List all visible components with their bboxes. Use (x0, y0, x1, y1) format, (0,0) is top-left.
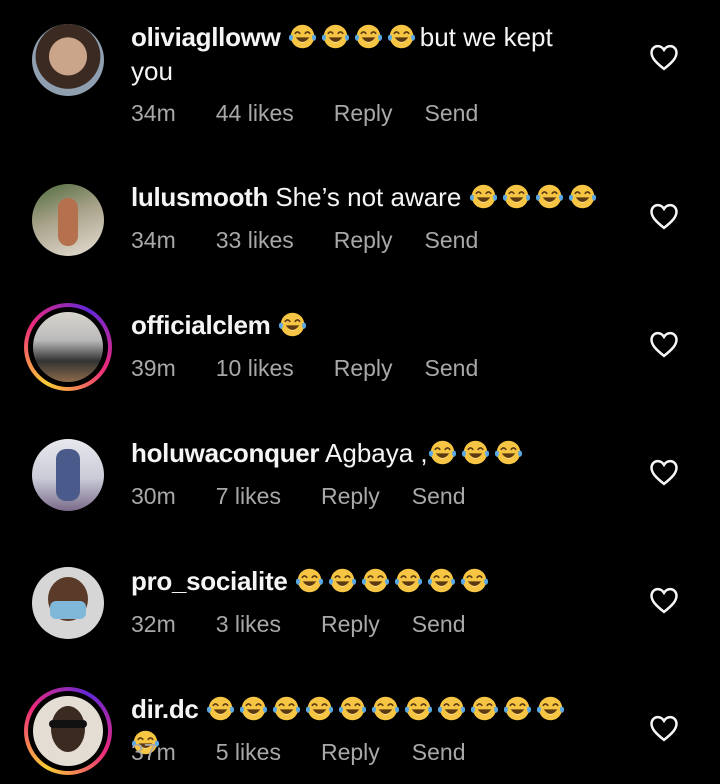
comment-time: 34m (131, 100, 176, 126)
tears-of-joy-emoji-icon (494, 440, 522, 465)
comment-list: oliviaglloww but we kept you 34m 44 like… (0, 0, 720, 784)
tears-of-joy-emoji-icon (427, 568, 455, 593)
heart-outline-icon[interactable] (649, 43, 679, 71)
send-button[interactable]: Send (412, 739, 466, 766)
comment-meta: 37m 5 likes Reply Send (131, 739, 465, 766)
comment-text: lulusmooth She’s not aware (131, 180, 601, 214)
reply-button[interactable]: Reply (334, 355, 393, 382)
heart-outline-icon[interactable] (649, 586, 679, 614)
comment-likes[interactable]: 44 likes (216, 100, 294, 127)
avatar[interactable] (32, 567, 104, 639)
heart-outline-icon[interactable] (649, 714, 679, 742)
comment-time: 37m (131, 739, 176, 765)
comment-meta: 32m 3 likes Reply Send (131, 611, 465, 638)
reply-button[interactable]: Reply (321, 739, 380, 766)
comment-username[interactable]: oliviaglloww (131, 22, 281, 52)
tears-of-joy-emoji-icon (321, 24, 349, 49)
reply-button[interactable]: Reply (321, 611, 380, 638)
tears-of-joy-emoji-icon (328, 568, 356, 593)
reply-button[interactable]: Reply (334, 227, 393, 254)
comment-username[interactable]: lulusmooth (131, 182, 268, 212)
tears-of-joy-emoji-icon (354, 24, 382, 49)
send-button[interactable]: Send (425, 100, 479, 127)
comment-username[interactable]: dir.dc (131, 694, 199, 724)
comment-likes[interactable]: 7 likes (216, 483, 281, 510)
emoji-group (278, 310, 311, 340)
tears-of-joy-emoji-icon (305, 696, 333, 721)
comment-text: oliviaglloww but we kept you (131, 20, 601, 88)
tears-of-joy-emoji-icon (278, 312, 306, 337)
comment-likes[interactable]: 3 likes (216, 611, 281, 638)
send-button[interactable]: Send (425, 227, 479, 254)
comment-time: 30m (131, 483, 176, 509)
heart-outline-icon[interactable] (649, 202, 679, 230)
emoji-group (428, 438, 527, 468)
comment-likes[interactable]: 10 likes (216, 355, 294, 382)
comment-meta: 34m 33 likes Reply Send (131, 227, 478, 254)
tears-of-joy-emoji-icon (437, 696, 465, 721)
avatar[interactable] (24, 303, 112, 391)
avatar[interactable] (32, 439, 104, 511)
tears-of-joy-emoji-icon (536, 696, 564, 721)
tears-of-joy-emoji-icon (239, 696, 267, 721)
tears-of-joy-emoji-icon (404, 696, 432, 721)
tears-of-joy-emoji-icon (371, 696, 399, 721)
send-button[interactable]: Send (412, 483, 466, 510)
avatar[interactable] (32, 24, 104, 96)
heart-outline-icon[interactable] (649, 458, 679, 486)
comment-username[interactable]: pro_socialite (131, 566, 288, 596)
tears-of-joy-emoji-icon (338, 696, 366, 721)
comment-meta: 34m 44 likes Reply Send (131, 100, 478, 127)
tears-of-joy-emoji-icon (387, 24, 415, 49)
tears-of-joy-emoji-icon (460, 568, 488, 593)
emoji-group (469, 182, 601, 212)
tears-of-joy-emoji-icon (502, 184, 530, 209)
avatar[interactable] (32, 184, 104, 256)
comment-likes[interactable]: 33 likes (216, 227, 294, 254)
comment-meta: 30m 7 likes Reply Send (131, 483, 465, 510)
comment-text: pro_socialite (131, 564, 601, 598)
comment-time: 32m (131, 611, 176, 637)
comment-likes[interactable]: 5 likes (216, 739, 281, 766)
comment-text: officialclem (131, 308, 601, 342)
comment-time: 39m (131, 355, 176, 381)
comment-meta: 39m 10 likes Reply Send (131, 355, 478, 382)
comment-time: 34m (131, 227, 176, 253)
tears-of-joy-emoji-icon (206, 696, 234, 721)
tears-of-joy-emoji-icon (295, 568, 323, 593)
comment-text: holuwaconquer Agbaya , (131, 436, 601, 470)
tears-of-joy-emoji-icon (503, 696, 531, 721)
tears-of-joy-emoji-icon (428, 440, 456, 465)
tears-of-joy-emoji-icon (568, 184, 596, 209)
heart-outline-icon[interactable] (649, 330, 679, 358)
emoji-group (295, 566, 493, 596)
reply-button[interactable]: Reply (334, 100, 393, 127)
tears-of-joy-emoji-icon (535, 184, 563, 209)
comment-body: She’s not aware (275, 182, 469, 212)
tears-of-joy-emoji-icon (469, 184, 497, 209)
tears-of-joy-emoji-icon (470, 696, 498, 721)
tears-of-joy-emoji-icon (394, 568, 422, 593)
tears-of-joy-emoji-icon (288, 24, 316, 49)
tears-of-joy-emoji-icon (361, 568, 389, 593)
comment-username[interactable]: officialclem (131, 310, 271, 340)
emoji-group (288, 22, 420, 52)
avatar[interactable] (24, 687, 112, 775)
send-button[interactable]: Send (425, 355, 479, 382)
tears-of-joy-emoji-icon (461, 440, 489, 465)
send-button[interactable]: Send (412, 611, 466, 638)
tears-of-joy-emoji-icon (272, 696, 300, 721)
comment-body: Agbaya , (325, 438, 428, 468)
comment-username[interactable]: holuwaconquer (131, 438, 320, 468)
reply-button[interactable]: Reply (321, 483, 380, 510)
